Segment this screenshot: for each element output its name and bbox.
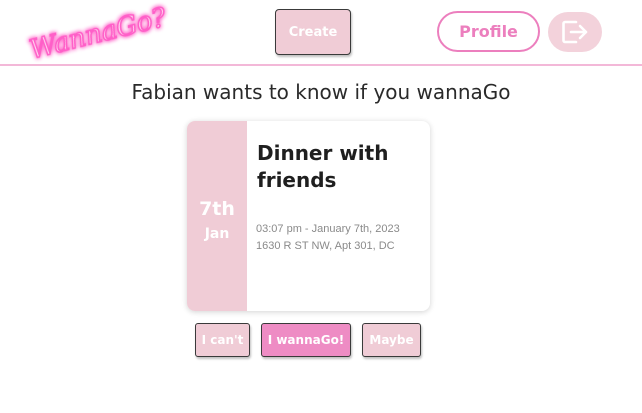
event-title: Dinner with friends (257, 141, 389, 192)
rsvp-maybe-label: Maybe (369, 333, 414, 347)
event-location: 1630 R ST NW, Apt 301, DC (256, 240, 395, 252)
invite-prompt: Fabian wants to know if you wannaGo (131, 80, 511, 104)
event-card[interactable]: 7th Jan Dinner with friends 03:07 pm - J… (187, 121, 430, 311)
rsvp-cant-label: I can't (201, 333, 244, 347)
create-button[interactable]: Create (275, 9, 351, 55)
rsvp-maybe-button[interactable]: Maybe (362, 323, 421, 357)
event-date-badge: 7th Jan (187, 121, 247, 311)
logout-button[interactable] (548, 12, 602, 52)
logo-text: WannaGo? (27, 2, 170, 65)
create-button-label: Create (288, 24, 338, 40)
event-month: Jan (204, 226, 230, 242)
profile-button-label: Profile (459, 22, 518, 41)
rsvp-wannago-label: I wannaGo! (267, 333, 345, 347)
event-day: 7th (199, 198, 235, 220)
wannago-logo[interactable]: WannaGo? (26, 2, 171, 67)
rsvp-wannago-button[interactable]: I wannaGo! (261, 323, 351, 357)
rsvp-cant-button[interactable]: I can't (195, 323, 250, 357)
profile-button[interactable]: Profile (437, 11, 540, 52)
page: WannaGo? Create Profile Fabian wants to … (0, 0, 642, 413)
top-navbar: WannaGo? Create Profile (0, 0, 642, 66)
event-time: 03:07 pm - January 7th, 2023 (256, 223, 400, 235)
logo-graphic: WannaGo? (26, 2, 171, 67)
logout-icon (562, 20, 588, 44)
